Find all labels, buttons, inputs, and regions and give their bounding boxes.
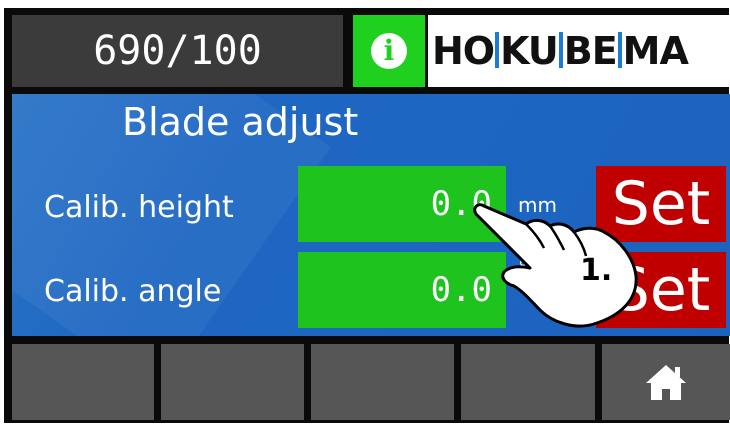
calib-angle-label: Calib. angle <box>44 274 222 309</box>
softkey-2[interactable] <box>161 344 304 420</box>
counter-display: 690/100 <box>12 15 343 87</box>
home-icon <box>646 365 686 400</box>
pointing-hand-icon: 1. <box>473 203 638 328</box>
softkey-3[interactable] <box>311 344 454 420</box>
softkey-4[interactable] <box>461 344 595 420</box>
info-button[interactable]: i <box>353 15 425 87</box>
step-label: 1. <box>580 253 612 288</box>
bottom-bar <box>12 344 730 420</box>
home-button[interactable] <box>602 344 730 420</box>
brand-logo: HO KU BE MA <box>428 15 730 87</box>
info-icon: i <box>371 33 407 69</box>
logo-text: HO KU BE MA <box>432 29 689 73</box>
page-title: Blade adjust <box>122 100 359 144</box>
softkey-1[interactable] <box>12 344 154 420</box>
calib-height-label: Calib. height <box>44 190 234 225</box>
